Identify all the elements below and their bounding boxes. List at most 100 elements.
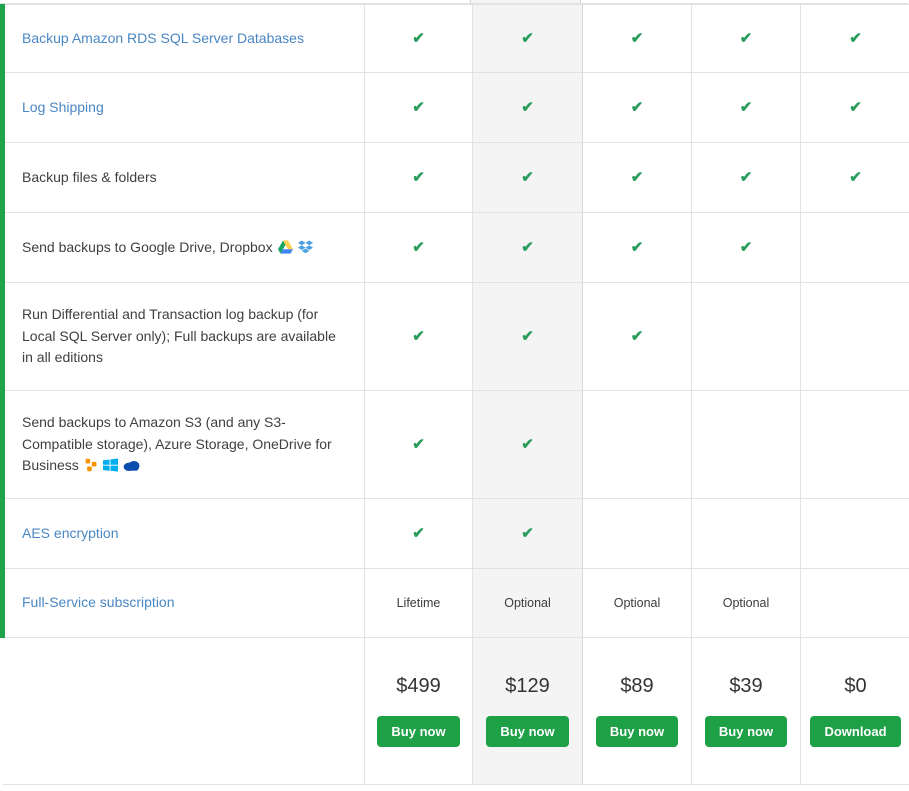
dropbox-icon (298, 240, 313, 254)
feature-cell: Log Shipping (3, 73, 365, 143)
buy-now-button[interactable]: Buy now (596, 716, 678, 747)
check-icon: ✔ (412, 436, 425, 453)
subscription-cell: Lifetime (365, 569, 473, 638)
empty-cell (583, 499, 692, 569)
check-icon: ✔ (521, 239, 534, 256)
check-cell: ✔ (365, 213, 473, 283)
table-row: Send backups to Google Drive, Dropbox ✔ … (3, 213, 909, 283)
check-icon: ✔ (521, 525, 534, 542)
empty-cell (692, 283, 801, 391)
check-icon: ✔ (849, 169, 862, 186)
empty-cell (801, 213, 909, 283)
table-row: Backup files & folders ✔ ✔ ✔ ✔ ✔ (3, 143, 909, 213)
plan-pricing-cell: $499 Buy now (365, 638, 473, 785)
check-cell: ✔ (473, 391, 583, 499)
check-cell: ✔ (473, 499, 583, 569)
plan-pricing-cell: $39 Buy now (692, 638, 801, 785)
pricing-row: $499 Buy now $129 Buy now $89 Buy now $3… (3, 638, 909, 785)
empty-cell (583, 391, 692, 499)
check-icon: ✔ (631, 328, 644, 345)
check-cell: ✔ (473, 283, 583, 391)
subscription-cell: Optional (692, 569, 801, 638)
buy-now-button[interactable]: Buy now (377, 716, 459, 747)
pricing-feature-spacer (3, 638, 365, 785)
subscription-cell: Optional (473, 569, 583, 638)
empty-cell (801, 391, 909, 499)
table-row: Backup Amazon RDS SQL Server Databases ✔… (3, 5, 909, 73)
check-cell: ✔ (692, 213, 801, 283)
feature-link-full-service-subscription[interactable]: Full-Service subscription (22, 594, 175, 610)
feature-link-backup-amazon-rds[interactable]: Backup Amazon RDS SQL Server Databases (22, 30, 304, 46)
feature-link-log-shipping[interactable]: Log Shipping (22, 99, 104, 115)
check-icon: ✔ (631, 30, 644, 47)
feature-label-send-backups-s3-azure-onedrive: Send backups to Amazon S3 (and any S3-Co… (22, 414, 332, 473)
check-cell: ✔ (692, 143, 801, 213)
buy-now-button[interactable]: Buy now (486, 716, 568, 747)
check-cell: ✔ (473, 73, 583, 143)
feature-cell: Run Differential and Transaction log bac… (3, 283, 365, 391)
empty-cell (801, 283, 909, 391)
check-cell: ✔ (692, 73, 801, 143)
check-cell: ✔ (365, 73, 473, 143)
aws-icon (84, 458, 98, 472)
feature-label-backup-files-folders: Backup files & folders (22, 169, 157, 185)
empty-cell (692, 499, 801, 569)
feature-cell: Full-Service subscription (3, 569, 365, 638)
check-icon: ✔ (412, 328, 425, 345)
check-icon: ✔ (412, 169, 425, 186)
check-icon: ✔ (631, 239, 644, 256)
plan-pricing-cell: $0 Download (801, 638, 909, 785)
check-cell: ✔ (801, 143, 909, 213)
empty-cell (801, 499, 909, 569)
check-icon: ✔ (631, 99, 644, 116)
plan-pricing-cell: $89 Buy now (583, 638, 692, 785)
check-icon: ✔ (521, 30, 534, 47)
feature-label-differential-transaction-log: Run Differential and Transaction log bac… (22, 306, 336, 365)
table-row: Run Differential and Transaction log bac… (3, 283, 909, 391)
check-icon: ✔ (740, 30, 753, 47)
check-cell: ✔ (473, 213, 583, 283)
empty-cell (692, 391, 801, 499)
plan-price: $499 (366, 675, 471, 698)
check-icon: ✔ (412, 99, 425, 116)
check-icon: ✔ (740, 99, 753, 116)
plan-price: $89 (584, 675, 690, 698)
table-row: Full-Service subscription Lifetime Optio… (3, 569, 909, 638)
check-icon: ✔ (521, 328, 534, 345)
feature-cell: Backup files & folders (3, 143, 365, 213)
check-icon: ✔ (412, 525, 425, 542)
check-icon: ✔ (412, 239, 425, 256)
check-icon: ✔ (521, 169, 534, 186)
table-row: Log Shipping ✔ ✔ ✔ ✔ ✔ (3, 73, 909, 143)
check-cell: ✔ (365, 283, 473, 391)
feature-comparison-table: Backup Amazon RDS SQL Server Databases ✔… (0, 4, 909, 785)
check-cell: ✔ (583, 73, 692, 143)
windows-azure-icon (103, 458, 118, 472)
check-cell: ✔ (692, 5, 801, 73)
check-cell: ✔ (365, 143, 473, 213)
onedrive-icon (123, 459, 141, 472)
feature-link-aes-encryption[interactable]: AES encryption (22, 525, 119, 541)
google-drive-icon (278, 240, 293, 254)
check-icon: ✔ (849, 99, 862, 116)
feature-cell: Send backups to Amazon S3 (and any S3-Co… (3, 391, 365, 499)
check-cell: ✔ (583, 5, 692, 73)
check-cell: ✔ (365, 5, 473, 73)
feature-comparison-section: Backup Amazon RDS SQL Server Databases ✔… (0, 0, 909, 785)
feature-cell: Backup Amazon RDS SQL Server Databases (3, 5, 365, 73)
check-cell: ✔ (365, 391, 473, 499)
check-cell: ✔ (801, 73, 909, 143)
check-cell: ✔ (801, 5, 909, 73)
plan-pricing-cell: $129 Buy now (473, 638, 583, 785)
empty-cell (801, 569, 909, 638)
feature-cell: Send backups to Google Drive, Dropbox (3, 213, 365, 283)
cropped-row-edge (0, 0, 908, 4)
check-cell: ✔ (473, 143, 583, 213)
check-icon: ✔ (521, 99, 534, 116)
check-cell: ✔ (473, 5, 583, 73)
download-button[interactable]: Download (810, 716, 900, 747)
check-cell: ✔ (583, 213, 692, 283)
check-icon: ✔ (849, 30, 862, 47)
highlight-column-crop (470, 0, 581, 3)
buy-now-button[interactable]: Buy now (705, 716, 787, 747)
